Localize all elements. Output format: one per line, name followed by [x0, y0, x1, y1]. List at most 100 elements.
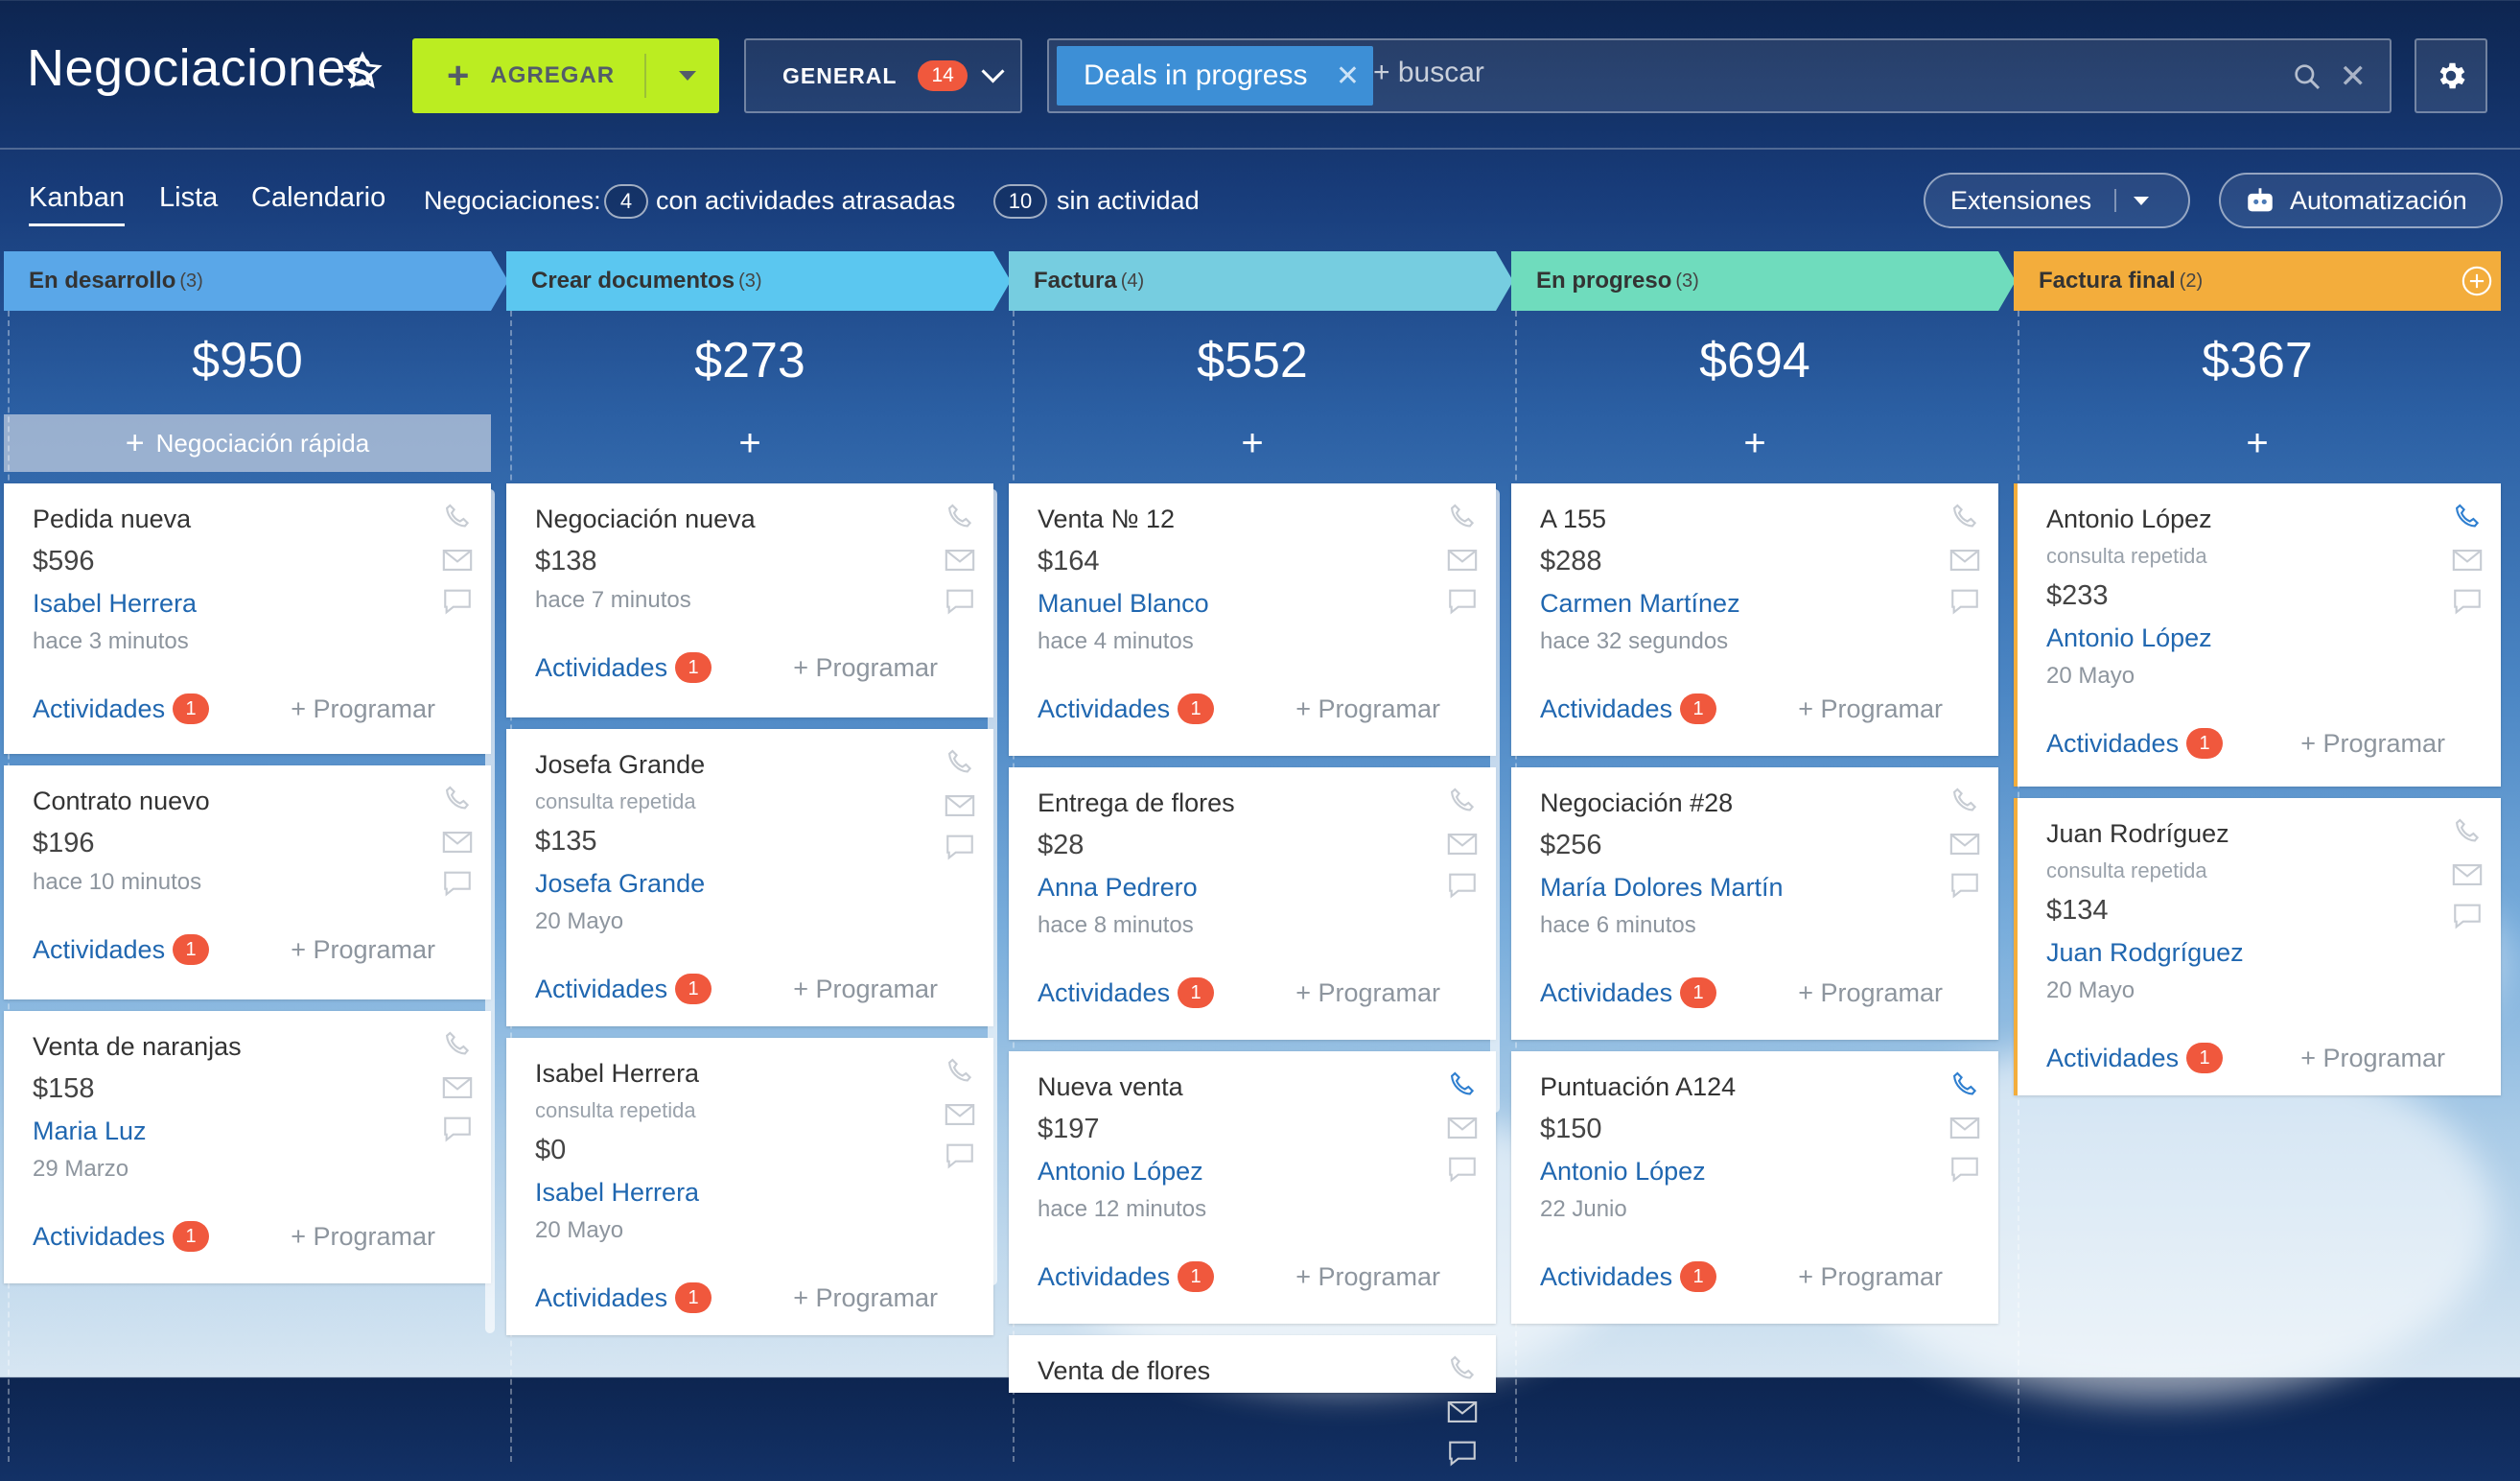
quick-deal-button[interactable]: + Negociación rápida — [4, 414, 491, 472]
deal-title[interactable]: Negociación nueva — [535, 505, 965, 534]
phone-icon[interactable] — [1446, 1352, 1479, 1385]
column-header[interactable]: Crear documentos (3) — [506, 251, 1011, 311]
idle-text[interactable]: sin actividad — [1057, 186, 1200, 216]
deal-title[interactable]: Venta № 12 — [1038, 505, 1467, 534]
deal-title[interactable]: Venta de flores — [1038, 1356, 1467, 1386]
deal-contact-link[interactable]: Juan Rodgríguez — [2046, 938, 2472, 968]
activities-link[interactable]: Actividades — [1038, 978, 1170, 1008]
scrollbar[interactable] — [1490, 489, 1500, 1113]
schedule-link[interactable]: + Programar — [793, 1283, 938, 1313]
deal-card[interactable]: Contrato nuevo $196 hace 10 minutos Activid… — [4, 765, 491, 999]
mail-icon[interactable] — [2451, 547, 2484, 574]
add-deal-button[interactable]: + — [1511, 414, 1998, 472]
chevron-down-icon[interactable] — [679, 71, 696, 81]
add-button[interactable]: + AGREGAR — [412, 38, 719, 113]
deal-card[interactable]: Venta de naranjas $158 Maria Luz 29 Marzo Ac… — [4, 1011, 491, 1283]
filter-chip[interactable]: Deals in progress ✕ — [1057, 46, 1373, 106]
tab-calendario[interactable]: Calendario — [251, 182, 385, 214]
deal-contact-link[interactable]: María Dolores Martín — [1540, 873, 1970, 903]
comment-icon[interactable] — [944, 1141, 976, 1170]
activities-link[interactable]: Actividades — [2046, 1044, 2179, 1073]
activities-link[interactable]: Actividades — [33, 1222, 165, 1252]
deal-card[interactable]: Venta de flores — [1009, 1335, 1496, 1467]
comment-icon[interactable] — [944, 587, 976, 616]
close-icon[interactable]: ✕ — [1336, 59, 1360, 93]
deal-title[interactable]: Nueva venta — [1038, 1072, 1467, 1102]
activities-link[interactable]: Actividades — [33, 935, 165, 965]
comment-icon[interactable] — [2451, 587, 2484, 616]
comment-icon[interactable] — [1446, 1439, 1479, 1468]
deal-card[interactable]: Juan Rodríguez consulta repetida $134 Juan … — [2014, 798, 2501, 1095]
add-deal-button[interactable]: + — [2014, 414, 2501, 472]
deal-card[interactable]: Pedida nueva $596 Isabel Herrera hace 3 min… — [4, 483, 491, 754]
schedule-link[interactable]: + Programar — [793, 653, 938, 683]
deal-contact-link[interactable]: Isabel Herrera — [33, 589, 462, 619]
deal-contact-link[interactable]: Maria Luz — [33, 1117, 462, 1146]
add-deal-button[interactable]: + — [1009, 414, 1496, 472]
phone-icon[interactable] — [1446, 501, 1479, 533]
search-icon[interactable] — [2292, 61, 2322, 92]
phone-icon[interactable] — [944, 501, 976, 533]
deal-contact-link[interactable]: Antonio López — [1038, 1157, 1467, 1187]
schedule-link[interactable]: + Programar — [291, 694, 435, 724]
activities-link[interactable]: Actividades — [1540, 694, 1672, 724]
mail-icon[interactable] — [1446, 547, 1479, 574]
scrollbar[interactable] — [485, 489, 495, 1333]
activities-link[interactable]: Actividades — [535, 975, 667, 1004]
deal-title[interactable]: Contrato nuevo — [33, 787, 462, 816]
deal-card[interactable]: Negociación nueva $138 hace 7 minutos Activ… — [506, 483, 993, 717]
search-bar[interactable]: Deals in progress ✕ + buscar ✕ — [1047, 38, 2392, 113]
phone-icon[interactable] — [2451, 501, 2484, 533]
extensions-button[interactable]: Extensiones — [1924, 173, 2190, 228]
deal-title[interactable]: A 155 — [1540, 505, 1970, 534]
deal-card[interactable]: Josefa Grande consulta repetida $135 Josefa… — [506, 729, 993, 1026]
idle-count-badge[interactable]: 10 — [993, 184, 1047, 219]
activities-link[interactable]: Actividades — [1038, 694, 1170, 724]
phone-icon[interactable] — [1446, 785, 1479, 817]
add-column-icon[interactable] — [2461, 265, 2493, 297]
automation-button[interactable]: Automatización — [2219, 173, 2503, 228]
mail-icon[interactable] — [944, 1101, 976, 1128]
phone-icon[interactable] — [441, 501, 474, 533]
comment-icon[interactable] — [1948, 871, 1981, 900]
overdue-count-badge[interactable]: 4 — [604, 184, 648, 219]
activities-link[interactable]: Actividades — [33, 694, 165, 724]
comment-icon[interactable] — [1446, 587, 1479, 616]
settings-button[interactable] — [2415, 38, 2487, 113]
deal-contact-link[interactable]: Carmen Martínez — [1540, 589, 1970, 619]
column-header[interactable]: En progreso (3) — [1511, 251, 2016, 311]
column-header[interactable]: Factura final (2) — [2014, 251, 2501, 311]
search-input[interactable]: + buscar — [1373, 57, 1484, 89]
deal-contact-link[interactable]: Antonio López — [1540, 1157, 1970, 1187]
activities-link[interactable]: Actividades — [535, 1283, 667, 1313]
schedule-link[interactable]: + Programar — [291, 1222, 435, 1252]
phone-icon[interactable] — [441, 783, 474, 815]
schedule-link[interactable]: + Programar — [291, 935, 435, 965]
overdue-text[interactable]: con actividades atrasadas — [656, 186, 955, 216]
deal-contact-link[interactable]: Isabel Herrera — [535, 1178, 965, 1208]
schedule-link[interactable]: + Programar — [1295, 1262, 1440, 1292]
schedule-link[interactable]: + Programar — [2300, 1044, 2445, 1073]
activities-link[interactable]: Actividades — [1540, 978, 1672, 1008]
comment-icon[interactable] — [441, 587, 474, 616]
tab-kanban[interactable]: Kanban — [29, 182, 125, 226]
comment-icon[interactable] — [1446, 1155, 1479, 1184]
phone-icon[interactable] — [2451, 815, 2484, 848]
comment-icon[interactable] — [1948, 587, 1981, 616]
pipeline-selector[interactable]: GENERAL 14 — [744, 38, 1022, 113]
activities-link[interactable]: Actividades — [1540, 1262, 1672, 1292]
phone-icon[interactable] — [1948, 785, 1981, 817]
mail-icon[interactable] — [944, 547, 976, 574]
schedule-link[interactable]: + Programar — [1295, 978, 1440, 1008]
tab-lista[interactable]: Lista — [159, 182, 218, 214]
schedule-link[interactable]: + Programar — [2300, 729, 2445, 759]
deal-card[interactable]: A 155 $288 Carmen Martínez hace 32 segundos… — [1511, 483, 1998, 756]
deal-card[interactable]: Nueva venta $197 Antonio López hace 12 minu… — [1009, 1051, 1496, 1324]
deal-title[interactable]: Isabel Herrera — [535, 1059, 965, 1089]
mail-icon[interactable] — [1948, 1115, 1981, 1141]
mail-icon[interactable] — [1948, 831, 1981, 858]
comment-icon[interactable] — [1446, 871, 1479, 900]
schedule-link[interactable]: + Programar — [793, 975, 938, 1004]
phone-icon[interactable] — [1948, 501, 1981, 533]
deal-card[interactable]: Puntuación A124 $150 Antonio López 22 Junio… — [1511, 1051, 1998, 1324]
